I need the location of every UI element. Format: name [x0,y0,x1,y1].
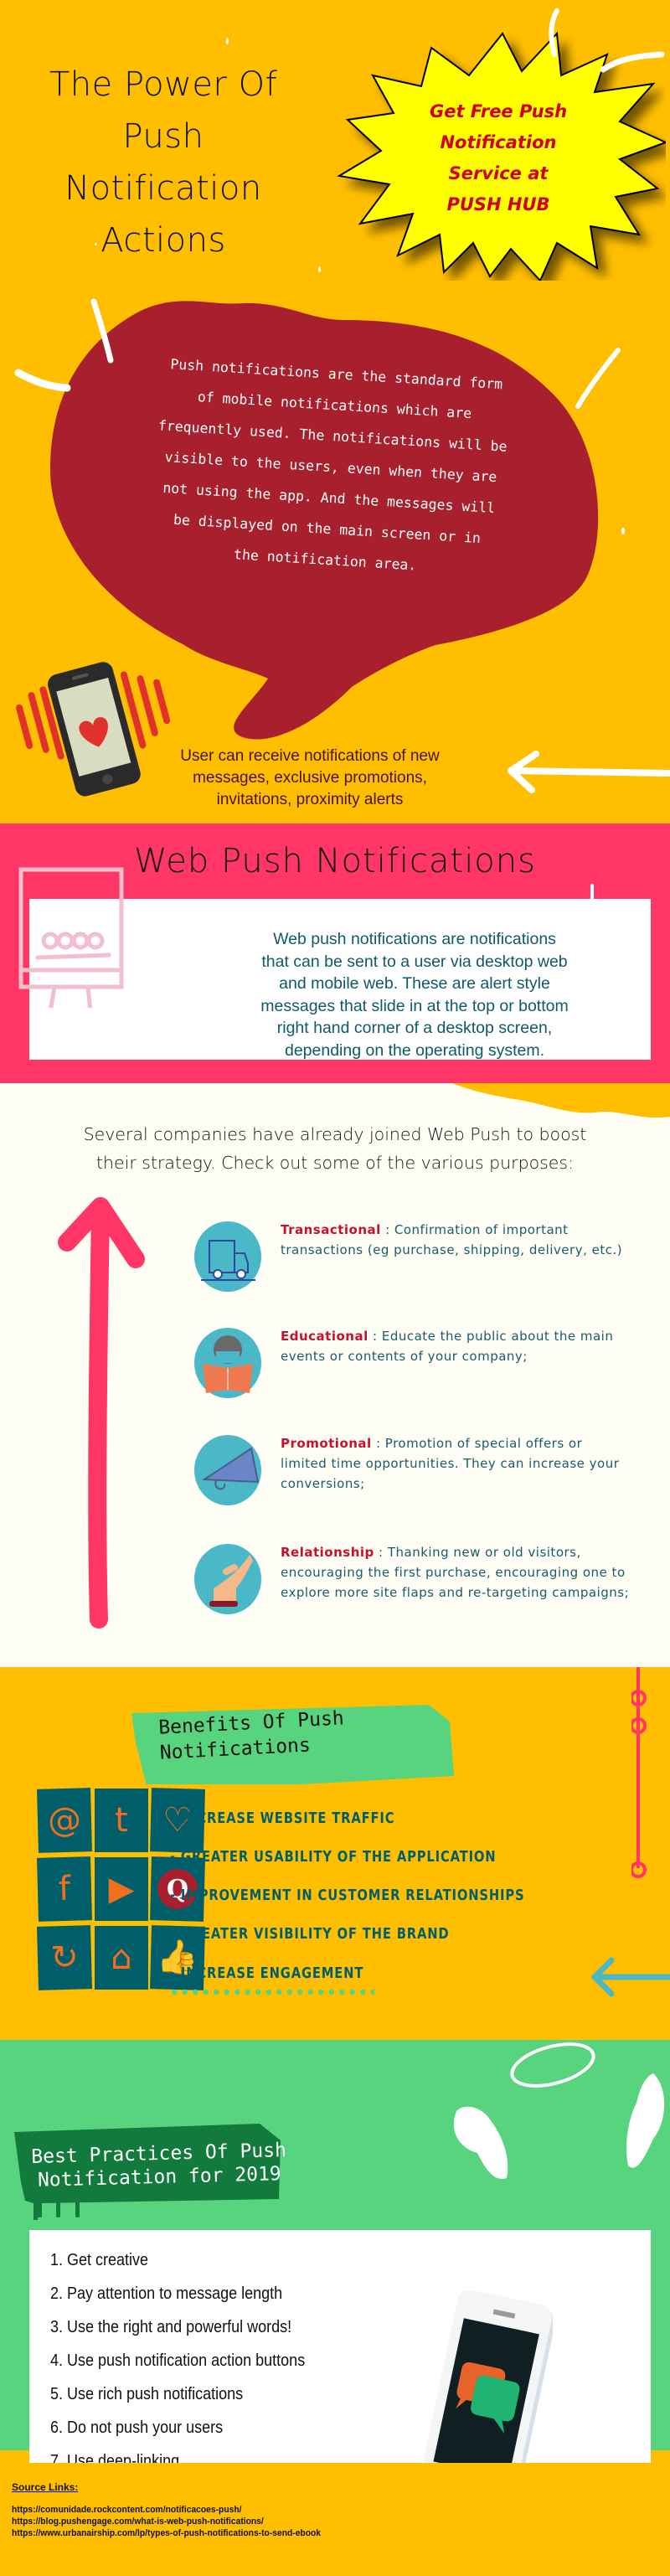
arrow-up-icon [58,1197,145,1629]
description-line: messages that slide in at the top or bot… [260,996,569,1015]
reading-person-icon [194,1328,261,1398]
angel-wings-decoration [453,2042,665,2179]
sources-title: Source Links: [12,2481,79,2493]
purpose-heading: Educational [281,1329,368,1344]
hanging-line-decoration [631,1667,647,1878]
description-line: that can be sent to a user via desktop w… [261,952,568,971]
purpose-heading: Transactional [281,1222,381,1237]
hero-caption: User can receive notifications of new me… [134,746,486,811]
icon-tile: @ [37,1788,92,1853]
description-line: right hand corner of a desktop screen, [276,1019,553,1037]
waving-hand-icon [194,1544,261,1614]
section-title: Best Practices Of Push Notification for … [24,2139,293,2192]
best-practice-item: 3. Use the right and powerful words! [50,2318,292,2336]
purpose-heading: Promotional [281,1436,372,1451]
at-sign-icon: @ [47,1800,82,1840]
purpose-description: Educational : Educate the public about t… [281,1326,632,1366]
arrow-left-icon [508,751,670,793]
section-title: Benefits Of Push Notifications [158,1706,346,1766]
source-link[interactable]: https://www.urbanairship.com/lp/types-of… [12,2528,321,2538]
facebook-icon: f [58,1869,71,1909]
description-line: and mobile web. These are alert style [279,974,550,993]
purposes-intro: Several companies have already joined We… [17,1120,653,1177]
benefit-item: - GREATER USABILITY OF THE APPLICATION [170,1848,497,1866]
caption-line: invitations, proximity alerts [216,791,404,808]
intro-line: their strategy. Check out some of the va… [95,1153,575,1173]
benefit-item: - IMPROVEMENT IN CUSTOMER RELATIONSHIPS [170,1887,525,1904]
play-icon: ▶ [108,1870,135,1908]
best-practice-item: 4. Use push notification action buttons [50,2351,306,2370]
description-line: Web push notifications are notifications [273,930,556,948]
arrow-left-icon [591,1957,670,1997]
purpose-description: Promotional : Promotion of special offer… [281,1433,632,1494]
delivery-truck-icon [194,1221,261,1292]
icon-tile: f [37,1856,92,1922]
benefit-item: - INCREASE WEBSITE TRAFFIC [170,1809,395,1827]
icon-tile: ▶ [95,1857,148,1921]
purpose-heading: Relationship [281,1545,374,1560]
intro-line: Several companies have already joined We… [83,1124,587,1144]
purpose-item-promotional: Promotional : Promotion of special offer… [193,1433,628,1509]
megaphone-icon [194,1435,261,1505]
caption-line: messages, exclusive promotions, [193,769,427,787]
web-push-section: Web Push Notifications Web push notifica… [0,823,670,1083]
benefit-item: - GREATER VISIBILITY OF THE BRAND [170,1925,450,1943]
purpose-item-educational: Educational : Educate the public about t… [193,1326,628,1402]
paint-splash-decoration [452,1083,670,1118]
best-practices-section: Best Practices Of Push Notification for … [0,2040,670,2519]
brush-stroke-decoration [590,884,594,907]
web-push-description: Web push notifications are notifications… [193,928,636,1061]
twitter-icon: t [115,1801,128,1840]
purpose-description: Transactional : Confirmation of importan… [281,1220,632,1260]
home-icon: ⌂ [111,1938,132,1977]
best-practice-item: 6. Do not push your users [50,2419,224,2437]
benefit-item: - INCREASE ENGAGEMENT [170,1964,364,1982]
desktop-monitor-icon [18,867,124,1008]
hero-section: The Power Of Push Notification Actions G… [0,0,670,823]
purpose-description: Relationship : Thanking new or old visit… [281,1542,632,1603]
best-practice-item: 2. Pay attention to message length [50,2284,283,2303]
description-line: depending on the operating system. [284,1040,545,1060]
refresh-icon: ↻ [49,1938,80,1978]
source-link[interactable]: https://blog.pushengage.com/what-is-web-… [12,2517,264,2527]
purpose-item-transactional: Transactional : Confirmation of importan… [193,1220,628,1295]
caption-line: User can receive notifications of new [180,747,440,765]
best-practice-item: 1. Get creative [50,2251,149,2269]
intro-paragraph: Push notifications are the standard form… [90,344,572,590]
section-title: Web Push Notifications [134,842,536,880]
icon-tile: ⌂ [95,1926,148,1990]
benefits-section: Benefits Of Push Notifications @ t ♡ f ▶ Q ↻ ⌂ 👍… [0,1667,670,2040]
icon-tile: ↻ [37,1925,92,1990]
icon-tile: t [95,1789,148,1852]
dotted-divider [169,1989,374,1995]
sources-section: Source Links: https://comunidade.rockcon… [0,2463,670,2576]
purpose-item-relationship: Relationship : Thanking new or old visit… [193,1542,629,1618]
purposes-section: Several companies have already joined We… [0,1083,670,1667]
best-practice-item: 5. Use rich push notifications [50,2385,244,2403]
source-link[interactable]: https://comunidade.rockcontent.com/notif… [12,2505,242,2515]
